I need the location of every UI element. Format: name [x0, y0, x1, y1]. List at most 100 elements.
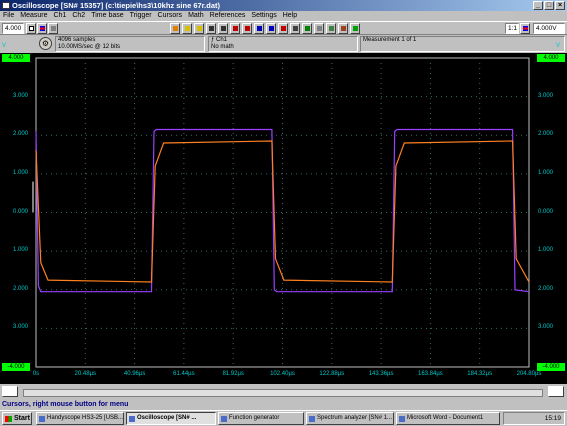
ch2-range-field[interactable]: 4.000V — [533, 23, 565, 34]
clock: 15:19 — [544, 415, 561, 422]
settings-gear-icon[interactable]: ⚙ — [39, 37, 52, 50]
y-tick-label-left: 3.000 — [12, 324, 28, 331]
menu-trigger[interactable]: Trigger — [130, 11, 152, 21]
zoom-button[interactable] — [206, 23, 216, 34]
menu-measure[interactable]: Measure — [20, 11, 47, 21]
x-tick-label: 143.36µs — [368, 371, 394, 377]
maximize-button[interactable]: □ — [544, 1, 554, 10]
ch2-probe-field[interactable]: 1:1 — [505, 23, 519, 34]
eye-icon[interactable] — [548, 386, 564, 397]
measure-button[interactable] — [314, 23, 324, 34]
arrow-down-icon — [51, 26, 56, 31]
x-tick-label: 0s — [32, 371, 40, 377]
y-tick-label-left: 3.000 — [12, 92, 28, 99]
y-tick-label-left: 0.000 — [12, 208, 28, 215]
x-tick-label: 81.92µs — [222, 371, 244, 377]
close-button[interactable]: × — [555, 1, 565, 10]
color-button[interactable] — [326, 23, 336, 34]
scroll-down-button[interactable] — [48, 23, 58, 34]
app-icon — [2, 2, 10, 9]
unit-left: V — [2, 43, 7, 49]
y-bottom-marker-left[interactable]: -4.000 — [2, 363, 30, 371]
yt-icon — [185, 26, 190, 31]
trigger-button[interactable] — [26, 23, 36, 34]
sample-rate: 10.00MS/sec @ 12 bits — [58, 44, 121, 50]
system-tray: 15:19 — [503, 412, 565, 425]
waveform-plot[interactable] — [0, 53, 567, 384]
x-tick-label: 102.40µs — [270, 371, 295, 377]
ref1-button[interactable] — [242, 23, 252, 34]
ref2-button[interactable] — [254, 23, 264, 34]
task-oscilloscope[interactable]: Oscilloscope [SN# ... — [126, 412, 216, 425]
y-bottom-marker-right[interactable]: -4.000 — [537, 363, 565, 371]
y-top-marker-left[interactable]: 4.000 — [2, 54, 30, 62]
y-tick-label-left: 2.000 — [12, 131, 28, 138]
run-button[interactable] — [350, 23, 360, 34]
x-tick-label: 40.96µs — [123, 371, 146, 377]
y-tick-label-left: 1.000 — [12, 247, 28, 254]
y-tick-label-right: 2.000 — [538, 285, 554, 292]
ref3-icon — [269, 26, 274, 31]
start-button[interactable]: Start — [2, 412, 32, 425]
auto-icon — [221, 26, 226, 31]
waveform-series-2 — [35, 140, 530, 283]
task-spectrum-analyzer[interactable]: Spectrum analyzer [SN# 1... — [306, 412, 394, 425]
menu-ch2[interactable]: Ch2 — [72, 11, 85, 21]
grid-icon — [305, 26, 310, 31]
timer-button[interactable] — [338, 23, 348, 34]
bottom-bar: Cursors, right mouse button for menu — [0, 384, 567, 410]
oscilloscope-screen[interactable]: V V 4.000 4.000 -4.000 -4.000 3.000 3.000… — [0, 43, 567, 384]
y-tick-label-left: 1.000 — [12, 169, 28, 176]
task-word[interactable]: Microsoft Word - Document1 — [396, 412, 500, 425]
xy-mode-button[interactable] — [194, 23, 204, 34]
ch2-channels-button[interactable] — [520, 23, 530, 34]
measure-icon — [317, 26, 322, 31]
zoom-icon — [209, 26, 214, 31]
grid-button[interactable] — [302, 23, 312, 34]
horizontal-scrollbar[interactable] — [23, 389, 543, 397]
menu-ch1[interactable]: Ch1 — [54, 11, 67, 21]
y-top-marker-right[interactable]: 4.000 — [537, 54, 565, 62]
measurement-panel: Measurement 1 of 1 — [360, 36, 565, 52]
title-bar: Oscilloscope [SN# 15357] (c:\tiepie\hs3\… — [0, 0, 567, 11]
ref4-button[interactable] — [278, 23, 288, 34]
y-tick-label-right: 0.000 — [538, 208, 554, 215]
menu-settings[interactable]: Settings — [251, 11, 276, 21]
toolbar: 4.000 1:1 4.000V — [0, 21, 567, 35]
ref1-icon — [245, 26, 250, 31]
menu-math[interactable]: Math — [188, 11, 204, 21]
y-tick-label-right: 2.000 — [538, 131, 554, 138]
info-bar: ⚙ 4096 samples 10.00MS/sec @ 12 bits ƒ C… — [0, 35, 567, 53]
x-tick-label: 122.88µs — [319, 371, 345, 377]
timer-icon — [341, 26, 346, 31]
menu-references[interactable]: References — [210, 11, 246, 21]
print-button[interactable] — [290, 23, 300, 34]
color-icon — [329, 26, 334, 31]
auto-button[interactable] — [218, 23, 228, 34]
menu-file[interactable]: File — [3, 11, 14, 21]
menu-cursors[interactable]: Cursors — [158, 11, 183, 21]
ch1-range-field[interactable]: 4.000 — [2, 23, 24, 34]
window-title: Oscilloscope [SN# 15357] (c:\tiepie\hs3\… — [12, 1, 221, 10]
plot-frame — [35, 57, 530, 368]
status-message: Cursors, right mouse button for menu — [2, 401, 129, 408]
yt-mode-button[interactable] — [182, 23, 192, 34]
edit-button[interactable] — [170, 23, 180, 34]
menu-time-base[interactable]: Time base — [91, 11, 123, 21]
run-icon — [353, 26, 358, 31]
eye-icon[interactable] — [2, 386, 18, 397]
unit-right: V — [556, 43, 561, 49]
x-tick-label: 204.80µs — [516, 371, 542, 377]
stop-button[interactable] — [230, 23, 240, 34]
task-handyscope[interactable]: Handyscope HS3-25 [USB... — [36, 412, 124, 425]
channels-button[interactable] — [37, 23, 47, 34]
y-tick-label-right: 1.000 — [538, 169, 554, 176]
trigger-channel: ƒ Ch1 — [211, 37, 228, 43]
ref3-button[interactable] — [266, 23, 276, 34]
task-function-generator[interactable]: Function generator — [218, 412, 304, 425]
minimize-button[interactable]: _ — [533, 1, 543, 10]
ref4-icon — [281, 26, 286, 31]
menu-help[interactable]: Help — [283, 11, 297, 21]
x-tick-label: 163.84µs — [417, 371, 443, 377]
y-tick-label-left: 2.000 — [12, 285, 28, 292]
